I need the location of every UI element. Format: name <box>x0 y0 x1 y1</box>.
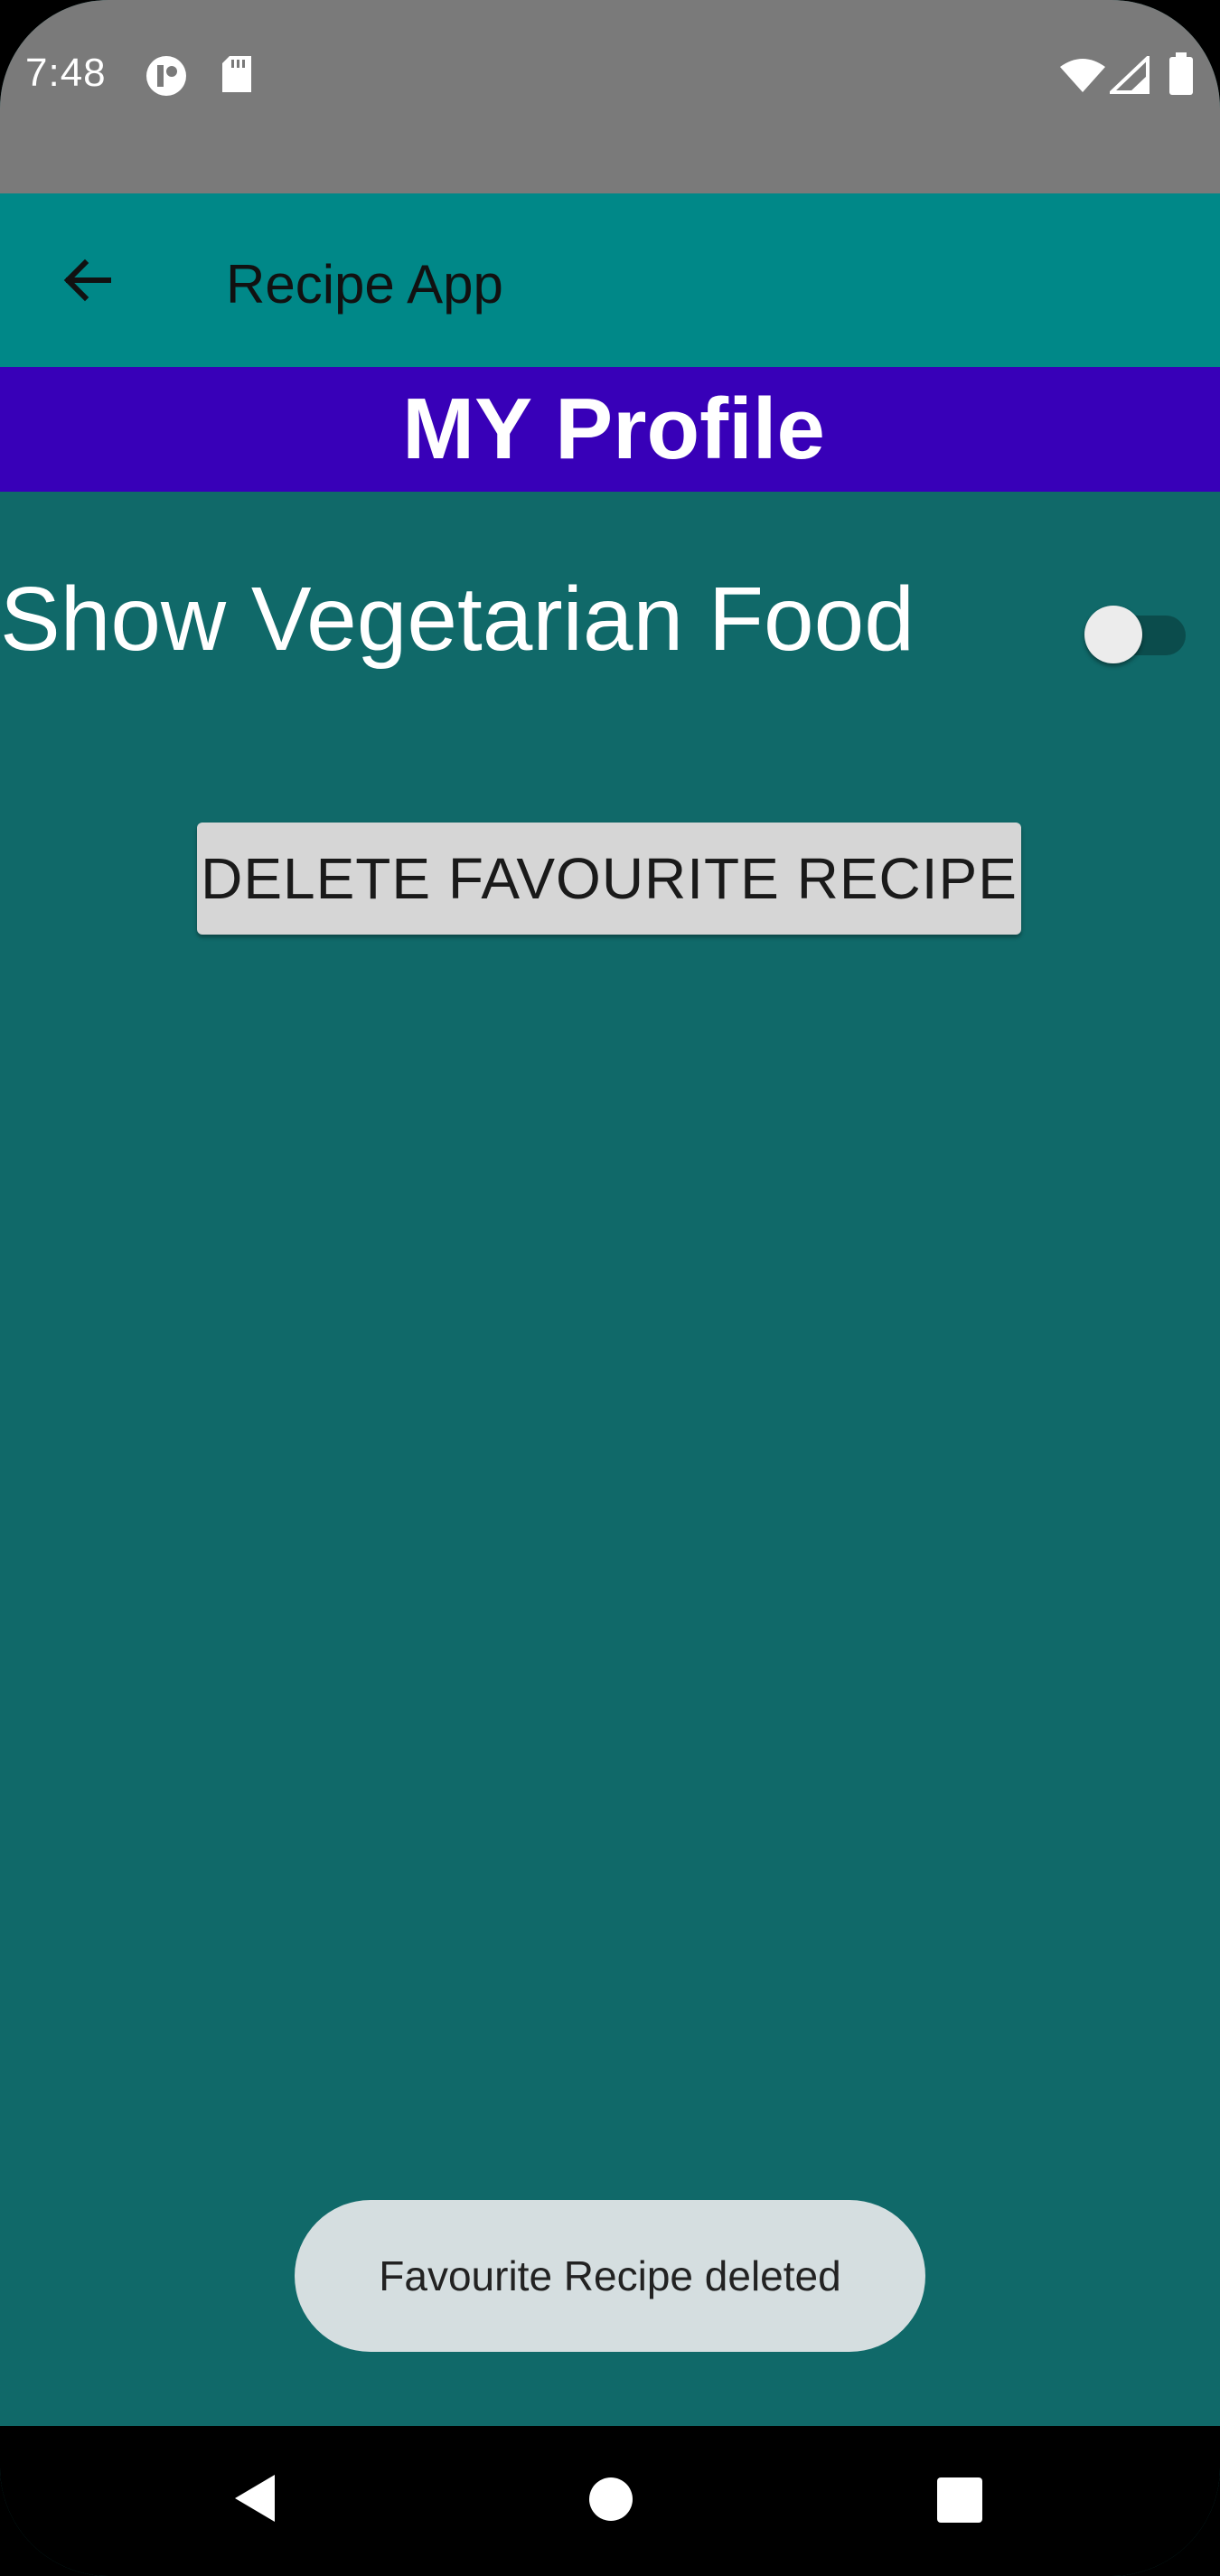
app-notification-icon <box>145 54 188 102</box>
nav-bar <box>0 2426 1220 2576</box>
phone-screen: 7:48 Recipe App MY Profile Show Vegetari… <box>0 0 1220 2576</box>
sd-card-icon <box>221 54 253 99</box>
back-triangle-icon <box>235 2475 275 2522</box>
app-bar: Recipe App <box>0 193 1220 367</box>
arrow-back-icon <box>63 259 111 302</box>
page-title: MY Profile <box>402 381 825 477</box>
profile-banner: MY Profile <box>0 367 1220 492</box>
toast: Favourite Recipe deleted <box>295 2200 925 2352</box>
nav-back-button[interactable] <box>231 2473 278 2528</box>
vegetarian-toggle[interactable] <box>1084 601 1186 668</box>
signal-icon <box>1106 53 1150 99</box>
status-bar: 7:48 <box>0 0 1220 193</box>
delete-button-label: DELETE FAVOURITE RECIPE <box>201 846 1018 911</box>
wifi-icon <box>1059 56 1106 99</box>
nav-home-button[interactable] <box>588 2477 633 2526</box>
toggle-thumb <box>1084 606 1142 663</box>
back-button[interactable] <box>47 240 127 320</box>
nav-recents-button[interactable] <box>937 2477 982 2527</box>
delete-favourite-button[interactable]: DELETE FAVOURITE RECIPE <box>197 823 1021 935</box>
toast-message: Favourite Recipe deleted <box>379 2252 841 2299</box>
app-title: Recipe App <box>226 254 503 315</box>
vegetarian-label: Show Vegetarian Food <box>0 569 915 670</box>
home-circle-icon <box>589 2477 633 2521</box>
status-time: 7:48 <box>25 51 107 95</box>
battery-icon <box>1168 52 1195 100</box>
recents-square-icon <box>937 2477 982 2523</box>
